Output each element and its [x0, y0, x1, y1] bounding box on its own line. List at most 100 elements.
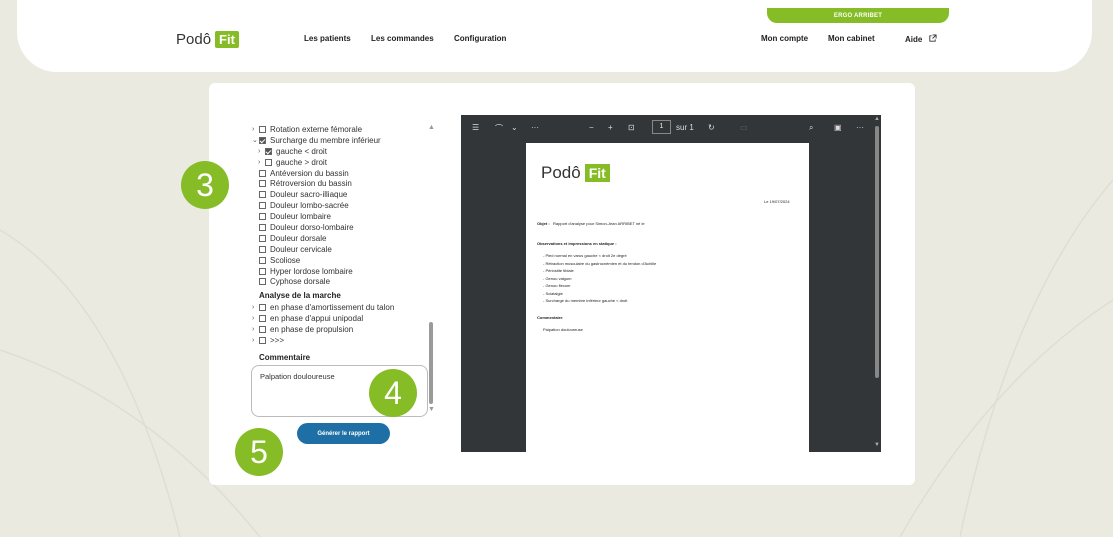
chevron-icon[interactable]: › [252, 304, 259, 311]
chevron-icon[interactable]: ⌄ [252, 136, 259, 144]
checkbox[interactable] [259, 256, 266, 264]
chevron-icon[interactable]: › [258, 148, 265, 155]
checkbox[interactable] [259, 223, 266, 231]
chevron-down-icon[interactable]: ⌄ [511, 123, 518, 132]
tree-item-label: Douleur lombo-sacrée [270, 201, 349, 211]
tree-item[interactable]: Antéversion du bassin [252, 168, 428, 179]
step-badge-5: 5 [235, 428, 283, 476]
checkbox[interactable] [265, 158, 272, 166]
podofit-logo[interactable]: Podô Fit [176, 31, 239, 48]
chevron-icon[interactable]: › [252, 126, 259, 133]
checkbox[interactable] [259, 234, 266, 242]
tree-item[interactable]: Douleur dorso-lombaire [252, 222, 428, 233]
step-badge-4: 4 [369, 369, 417, 417]
more-icon[interactable]: ··· [531, 123, 539, 132]
page-number-input[interactable]: 1 [652, 120, 671, 134]
tree-item[interactable]: Rétroversion du bassin [252, 178, 428, 189]
tree-item-label: >>> [270, 335, 285, 345]
tree-item[interactable]: Douleur lombo-sacrée [252, 200, 428, 211]
pdf-logo-text: Podô [541, 163, 581, 182]
nav-commandes[interactable]: Les commandes [371, 34, 434, 43]
save-icon[interactable]: ▣ [834, 123, 842, 132]
nav-patients[interactable]: Les patients [304, 34, 351, 43]
checkbox[interactable] [259, 245, 266, 253]
tree-item-label: Hyper lordose lombaire [270, 266, 353, 276]
user-account-pill[interactable]: ERGO ARRIBET [767, 8, 949, 23]
tree-item-label: Antéversion du bassin [270, 168, 349, 178]
scroll-down-icon[interactable]: ▼ [428, 406, 435, 413]
checkbox[interactable] [259, 180, 266, 188]
checkbox[interactable] [259, 315, 266, 323]
logo-text: Podô [176, 31, 212, 48]
tree-item[interactable]: › gauche < droit [252, 146, 428, 157]
rotate-icon[interactable]: ↻ [708, 123, 715, 132]
chevron-icon[interactable]: › [252, 326, 259, 333]
chevron-icon[interactable]: › [252, 315, 259, 322]
pdf-obs-item: - Surcharge du membre inférieur gauche <… [543, 298, 628, 303]
chevron-icon[interactable]: › [252, 337, 259, 344]
tree-item[interactable]: › >>> [252, 335, 428, 346]
chevron-icon[interactable]: › [258, 159, 265, 166]
tree-scrollbar[interactable]: ▲ ▼ [427, 124, 435, 416]
two-page-icon[interactable]: ▭ [740, 123, 748, 132]
tree-item[interactable]: › Rotation externe fémorale [252, 124, 428, 135]
tree-item[interactable]: › en phase d'amortissement du talon [252, 302, 428, 313]
pdf-obs-item: - Genou flexum [543, 283, 571, 288]
nav-mon-cabinet[interactable]: Mon cabinet [828, 34, 875, 43]
pdf-scroll-up-icon[interactable]: ▲ [874, 116, 880, 122]
highlight-icon[interactable]: ⌒ [495, 123, 503, 134]
tree-item[interactable]: Douleur dorsale [252, 233, 428, 244]
checkbox[interactable] [259, 125, 266, 133]
search-icon[interactable]: ⌕ [809, 123, 813, 133]
pdf-obs-item: - Genou valgum [543, 275, 572, 281]
zoom-out-icon[interactable]: − [589, 123, 594, 132]
page-total: sur 1 [676, 123, 694, 132]
section-title-marche: Analyse de la marche [259, 291, 341, 301]
tree-item[interactable]: Douleur lombaire [252, 211, 428, 222]
checkbox[interactable] [259, 213, 266, 221]
nav-configuration[interactable]: Configuration [454, 34, 506, 43]
checkbox[interactable] [259, 278, 266, 286]
checkbox[interactable] [259, 136, 266, 144]
zoom-in-icon[interactable]: + [608, 123, 613, 132]
checkbox[interactable] [259, 326, 266, 334]
checkbox[interactable] [259, 191, 266, 199]
pdf-scroll-thumb[interactable] [875, 126, 879, 378]
checkbox[interactable] [259, 304, 266, 312]
tree-item[interactable]: Cyphose dorsale [252, 276, 428, 287]
tree-item-label: Douleur cervicale [270, 244, 332, 254]
tree-item-label: gauche > droit [276, 157, 327, 167]
tree-item[interactable]: Douleur sacro-illiaque [252, 189, 428, 200]
nav-aide[interactable]: Aide [905, 34, 937, 44]
tree-item[interactable]: Hyper lordose lombaire [252, 266, 428, 277]
tree-item-label: Cyphose dorsale [270, 277, 331, 287]
tree-item-label: Surcharge du membre inférieur [270, 135, 381, 145]
pdf-scrollbar[interactable]: ▲ ▼ [873, 116, 881, 452]
more-options-icon[interactable]: ··· [856, 123, 864, 132]
fit-page-icon[interactable]: ⊡ [628, 123, 635, 132]
pdf-obs-item: - Périostite tibiale [543, 268, 574, 273]
tree-item[interactable]: › en phase d'appui unipodal [252, 313, 428, 324]
pdf-obs-item: - Pied normal en varus gauche < droit 2e… [543, 253, 627, 258]
generate-report-button[interactable]: Générer le rapport [297, 423, 390, 444]
tree-item-label: Rotation externe fémorale [270, 124, 363, 134]
scroll-thumb[interactable] [429, 322, 433, 404]
tree-item-label: Scoliose [270, 255, 301, 265]
scroll-up-icon[interactable]: ▲ [428, 124, 435, 131]
pdf-scroll-down-icon[interactable]: ▼ [874, 442, 880, 448]
tree-item-label: Douleur dorsale [270, 233, 327, 243]
checkbox[interactable] [259, 169, 266, 177]
tree-item[interactable]: Douleur cervicale [252, 244, 428, 255]
tree-item-label: en phase de propulsion [270, 325, 354, 335]
nav-mon-compte[interactable]: Mon compte [761, 34, 808, 43]
tree-item[interactable]: ⌄ Surcharge du membre inférieur [252, 135, 428, 146]
checkbox[interactable] [259, 336, 266, 344]
checkbox[interactable] [259, 267, 266, 275]
checkbox[interactable] [265, 147, 272, 155]
checkbox[interactable] [259, 202, 266, 210]
tree-item-label: Douleur dorso-lombaire [270, 222, 354, 232]
tree-item[interactable]: Scoliose [252, 255, 428, 266]
tree-item[interactable]: › gauche > droit [252, 157, 428, 168]
outline-icon[interactable]: ☰ [472, 123, 479, 132]
tree-item[interactable]: › en phase de propulsion [252, 324, 428, 335]
